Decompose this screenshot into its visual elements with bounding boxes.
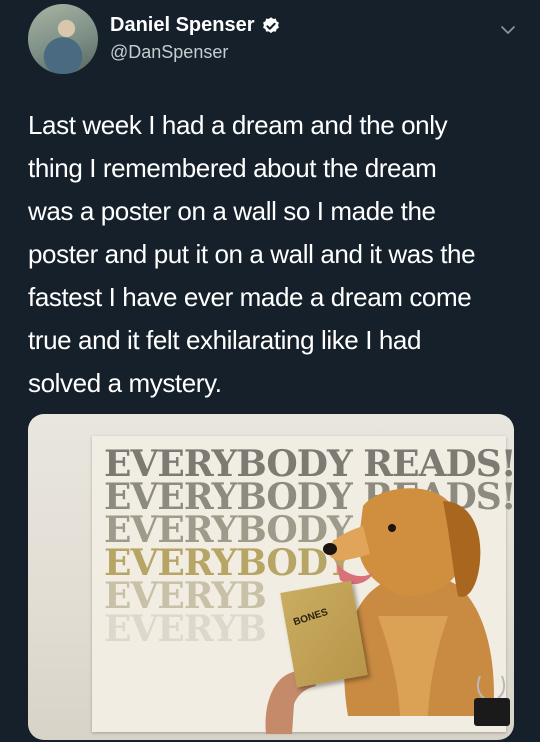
author-display-name[interactable]: Daniel Spenser [110,14,255,37]
chevron-down-icon[interactable] [500,22,516,38]
avatar[interactable] [28,4,98,74]
tweet-text: Last week I had a dream and the only thi… [28,110,476,398]
verified-badge-icon [262,16,279,33]
author-handle[interactable]: @DanSpenser [110,42,228,63]
book-title: BONES [292,606,330,629]
tweet-media-photo[interactable]: EVERYBODY READS! EVERYBODY READS! EVERYB… [28,414,514,740]
author-name-row: Daniel Spenser [110,14,281,37]
poster-line: EVERYB [104,608,267,650]
poster: EVERYBODY READS! EVERYBODY READS! EVERYB… [92,436,514,734]
binder-clip-icon [474,675,510,726]
tweet-header: Daniel Spenser @DanSpenser [28,4,520,78]
